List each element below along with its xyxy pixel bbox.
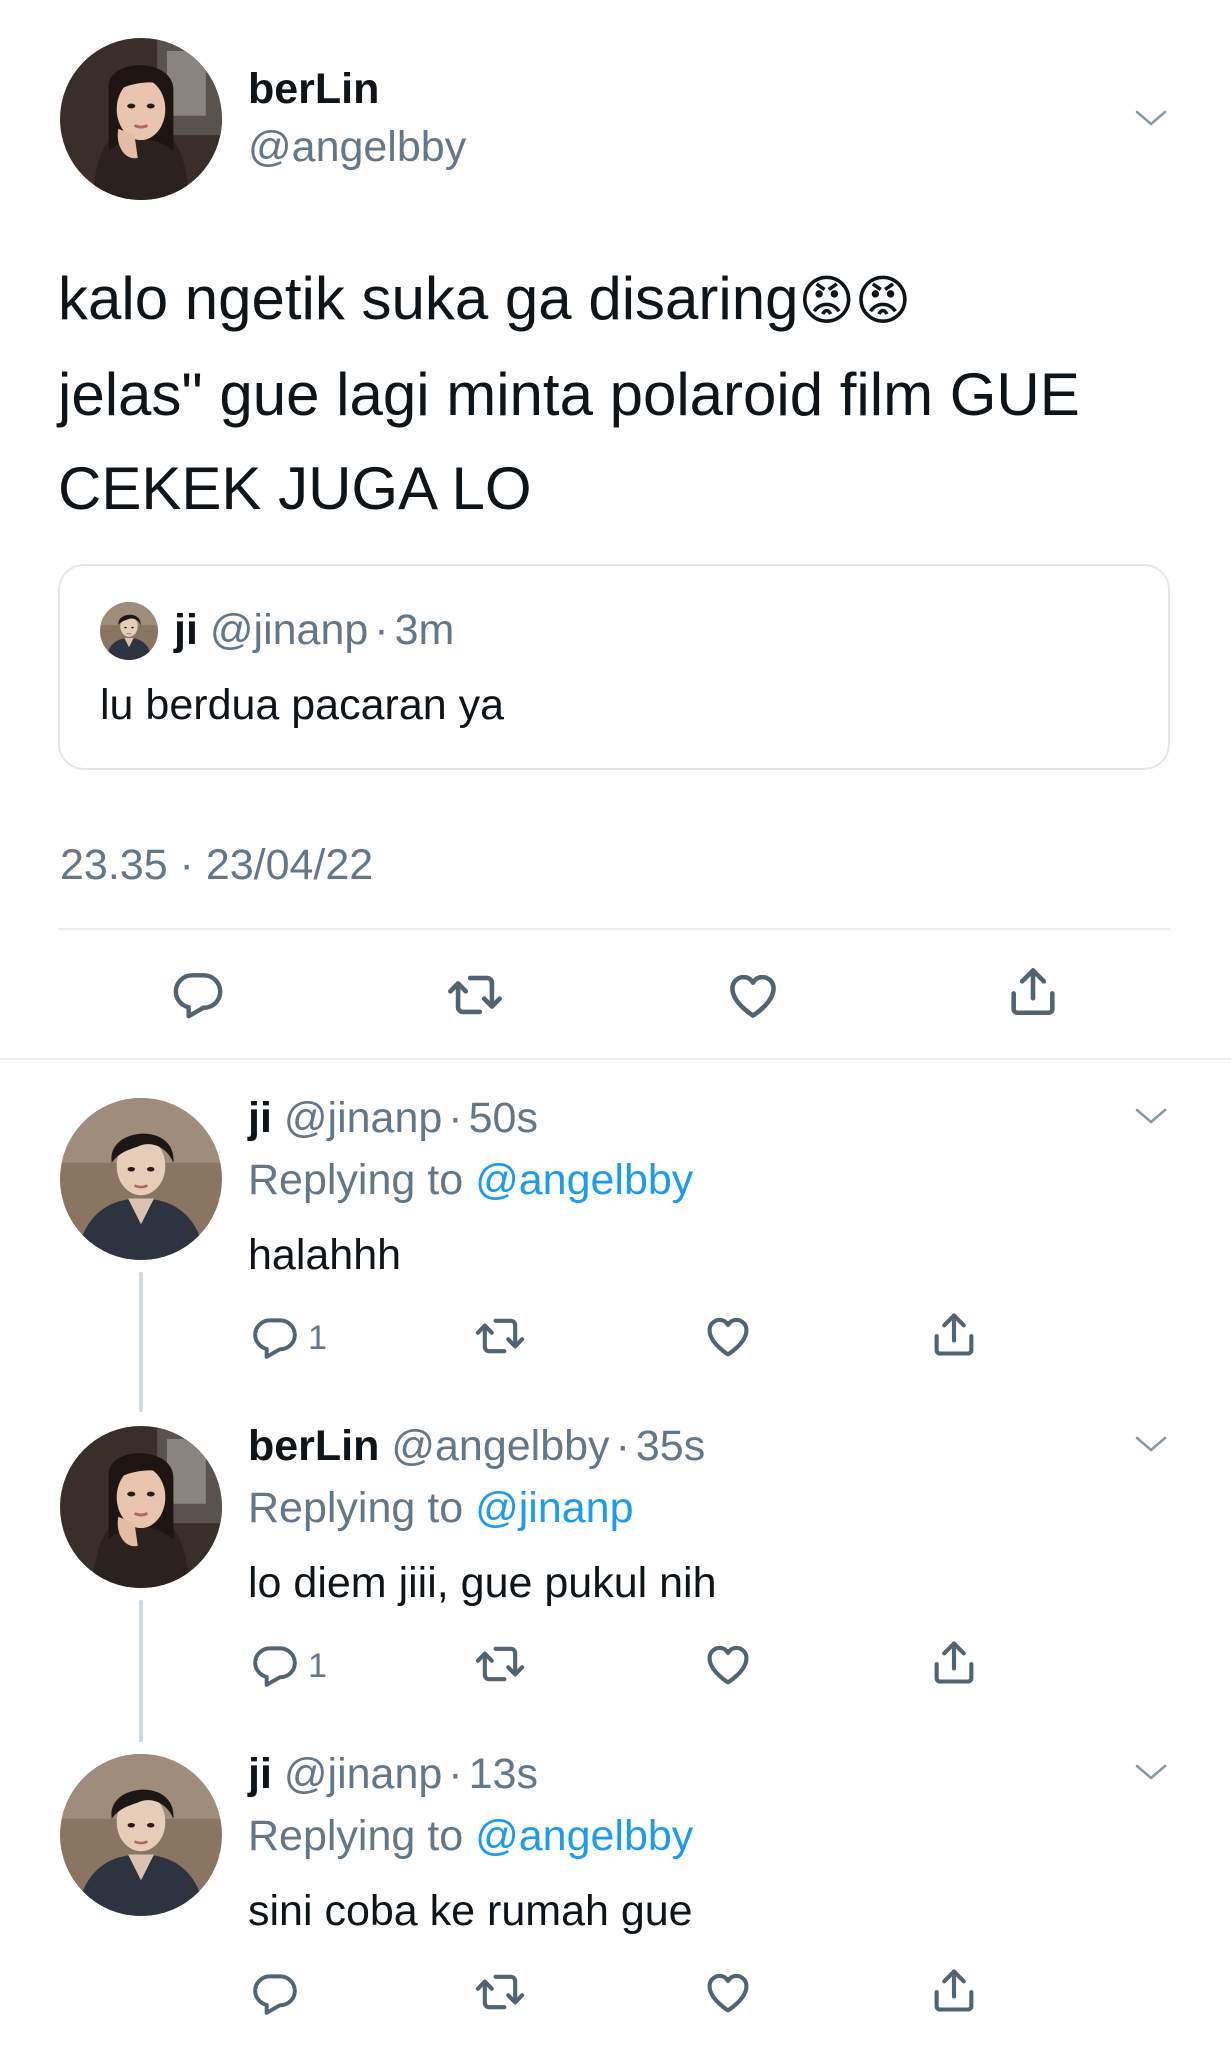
display-name[interactable]: berLin — [248, 64, 379, 114]
reply-count: 1 — [308, 1647, 327, 1685]
display-name[interactable]: ji — [248, 1750, 272, 1798]
reply-text: lo diem jiii, gue pukul nih — [248, 1559, 717, 1607]
chevron-down-icon[interactable] — [1134, 1106, 1168, 1126]
reply-text: halahhh — [248, 1231, 402, 1279]
handle[interactable]: @angelbby — [391, 1422, 609, 1470]
tweet-text: kalo ngetik suka ga disaring😡😡 jelas" gu… — [58, 252, 1178, 536]
retweet-icon[interactable] — [474, 1310, 526, 1362]
avatar[interactable] — [60, 1426, 222, 1588]
replying-to: Replying to @angelbby — [248, 1810, 693, 1862]
mention-link[interactable]: @angelbby — [475, 1812, 693, 1860]
chevron-down-icon[interactable] — [1134, 1434, 1168, 1454]
mention-link[interactable]: @angelbby — [475, 1156, 693, 1204]
chevron-down-icon[interactable] — [1134, 1762, 1168, 1782]
reply-header: berLin @angelbby · 35s — [248, 1420, 705, 1472]
handle[interactable]: @jinanp — [284, 1094, 442, 1142]
separator: · — [448, 1094, 463, 1142]
tweet-text-line: kalo ngetik suka ga disaring — [58, 265, 799, 332]
avatar[interactable] — [60, 1754, 222, 1916]
reply-icon[interactable] — [170, 966, 226, 1022]
retweet-icon[interactable] — [446, 966, 504, 1024]
tweet-timestamp: 23.35 · 23/04/22 — [60, 841, 374, 889]
display-name[interactable]: berLin — [248, 1422, 379, 1470]
divider — [58, 928, 1170, 930]
replying-to-label: Replying to — [248, 1812, 464, 1860]
share-icon[interactable] — [928, 1308, 980, 1360]
like-icon[interactable] — [702, 1966, 754, 2018]
separator: · — [448, 1750, 463, 1798]
thread-line — [139, 1600, 143, 1742]
tweet-text-line: CEKEK JUGA LO — [58, 455, 532, 522]
like-icon[interactable] — [724, 966, 782, 1024]
avatar — [100, 602, 158, 660]
reply-header: ji @jinanp · 13s — [248, 1748, 538, 1800]
divider — [0, 1058, 1231, 1060]
retweet-icon[interactable] — [474, 1966, 526, 2018]
time: 35s — [635, 1422, 706, 1470]
reply-count: 1 — [308, 1319, 327, 1357]
reply-text: sini coba ke rumah gue — [248, 1887, 693, 1935]
reply-header: ji @jinanp · 50s — [248, 1092, 538, 1144]
share-icon[interactable] — [1004, 962, 1062, 1020]
time: 50s — [468, 1094, 538, 1142]
tweet-text-line: jelas" gue lagi minta polaroid film GUE — [58, 361, 1080, 428]
replying-to: Replying to @jinanp — [248, 1482, 634, 1534]
reply-icon[interactable] — [250, 1968, 300, 2018]
avatar[interactable] — [60, 1098, 222, 1260]
handle: @jinanp — [209, 606, 369, 654]
handle[interactable]: @jinanp — [284, 1750, 442, 1798]
time: 13s — [468, 1750, 538, 1798]
separator: · — [615, 1422, 630, 1470]
like-icon[interactable] — [702, 1310, 754, 1362]
mention-link[interactable]: @jinanp — [475, 1484, 633, 1532]
time: 3m — [394, 606, 455, 654]
share-icon[interactable] — [928, 1964, 980, 2016]
replying-to-label: Replying to — [248, 1484, 464, 1532]
replying-to: Replying to @angelbby — [248, 1154, 693, 1206]
quote-header: ji @jinanp · 3m — [174, 604, 454, 656]
quote-text: lu berdua pacaran ya — [100, 681, 505, 729]
avatar[interactable] — [60, 38, 222, 200]
angry-face-emoji: 😡😡 — [798, 271, 912, 331]
chevron-down-icon[interactable] — [1134, 108, 1168, 128]
like-icon[interactable] — [702, 1638, 754, 1690]
reply-icon[interactable] — [250, 1640, 300, 1690]
reply-icon[interactable] — [250, 1312, 300, 1362]
share-icon[interactable] — [928, 1636, 980, 1688]
separator: · — [374, 606, 389, 654]
display-name[interactable]: ji — [248, 1094, 272, 1142]
quoted-tweet[interactable]: ji @jinanp · 3m lu berdua pacaran ya — [58, 564, 1170, 770]
display-name: ji — [174, 606, 198, 654]
handle[interactable]: @angelbby — [248, 122, 466, 172]
retweet-icon[interactable] — [474, 1638, 526, 1690]
replying-to-label: Replying to — [248, 1156, 464, 1204]
thread-line — [139, 1272, 143, 1412]
